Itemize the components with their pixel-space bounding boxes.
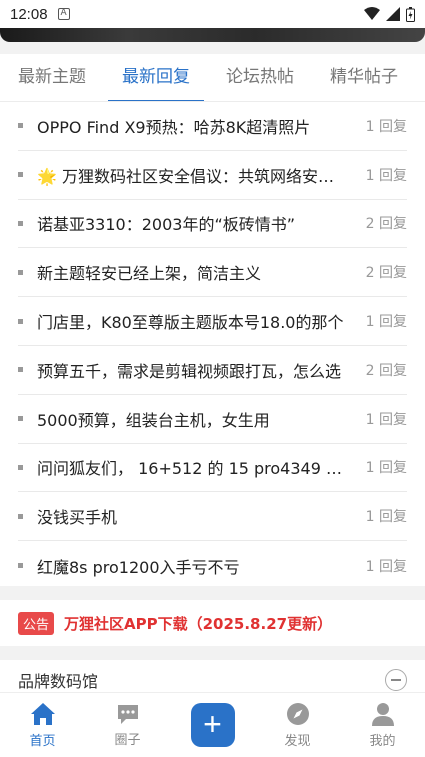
reply-count: 1 回复: [365, 411, 407, 428]
user-icon: [371, 702, 394, 726]
bullet-icon: [18, 318, 23, 324]
reply-count: 1 回复: [365, 118, 407, 135]
status-time: 12:08: [10, 5, 48, 23]
compass-icon: [286, 702, 309, 725]
nav-label: 圈子: [114, 732, 141, 748]
thread-row[interactable]: 门店里，K80至尊版主题版本号18.0的那个 1 回复: [18, 297, 407, 346]
thread-row[interactable]: 诺基亚3310：2003年的“板砖情书” 2 回复: [18, 200, 407, 249]
nav-label: 我的: [369, 733, 396, 749]
bullet-icon: [18, 367, 23, 373]
announcement-bar[interactable]: 公告 万狸社区APP下载（2025.8.27更新）: [0, 600, 425, 646]
tab-latest-topics[interactable]: 最新主题: [0, 54, 104, 101]
notification-icon: A: [57, 8, 70, 20]
nav-circle[interactable]: 圈子: [85, 693, 170, 757]
reply-count: 2 回复: [365, 362, 407, 379]
thread-row[interactable]: 没钱买手机 1 回复: [18, 492, 407, 542]
thread-row[interactable]: 新主题轻安已经上架，简洁主义 2 回复: [18, 248, 407, 298]
reply-count: 2 回复: [365, 265, 407, 282]
bullet-icon: [18, 416, 23, 422]
nav-post[interactable]: +: [170, 693, 255, 757]
thread-row[interactable]: 5000预算，组装台主机，女生用 1 回复: [18, 395, 407, 444]
thread-title: 没钱买手机: [37, 508, 118, 528]
thread-title: 预算五千，需求是剪辑视频跟打瓦，怎么选: [37, 361, 342, 381]
bullet-icon: [18, 269, 23, 275]
reply-count: 1 回复: [365, 460, 407, 477]
reply-count: 2 回复: [365, 216, 407, 233]
bullet-icon: [18, 513, 23, 519]
thread-title: 红魔8s pro1200入手亏不亏: [37, 557, 240, 577]
status-bar: 12:08 A: [0, 0, 425, 28]
reply-count: 1 回复: [365, 314, 407, 331]
thread-title: 门店里，K80至尊版主题版本号18.0的那个: [37, 313, 344, 333]
announcement-text: 万狸社区APP下载（2025.8.27更新）: [64, 614, 333, 633]
wifi-icon: [364, 7, 380, 20]
nav-home[interactable]: 首页: [0, 693, 85, 757]
bottom-nav: 首页 圈子 + 发现 我的: [0, 692, 425, 757]
home-icon: [30, 702, 55, 725]
thread-row[interactable]: 预算五千，需求是剪辑视频跟打瓦，怎么选 2 回复: [18, 346, 407, 395]
thread-title: 诺基亚3310：2003年的“板砖情书”: [37, 215, 296, 235]
battery-icon: [406, 6, 415, 22]
tab-featured-posts[interactable]: 精华帖子: [312, 54, 416, 101]
thread-row[interactable]: 问问狐友们， 16+512 的 15 pro4349 值吗 1 回复: [18, 444, 407, 493]
nav-label: 首页: [29, 733, 56, 749]
thread-title: 🌟 万狸数码社区安全倡议：共筑网络安全防线: [37, 166, 347, 186]
tab-latest-replies[interactable]: 最新回复: [104, 54, 208, 101]
nav-discover[interactable]: 发现: [255, 693, 340, 757]
bullet-icon: [18, 172, 23, 178]
bullet-icon: [18, 220, 23, 226]
nav-profile[interactable]: 我的: [340, 693, 425, 757]
collapse-icon[interactable]: [385, 669, 407, 691]
thread-title: 问问狐友们， 16+512 的 15 pro4349 值吗: [37, 459, 347, 479]
plus-icon[interactable]: +: [190, 703, 235, 747]
thread-title: 新主题轻安已经上架，简洁主义: [37, 264, 262, 284]
thread-list: OPPO Find X9预热：哈苏8K超清照片 1 回复 🌟 万狸数码社区安全倡议…: [0, 102, 425, 586]
bullet-icon: [18, 123, 23, 129]
thread-title: 5000预算，组装台主机，女生用: [37, 410, 270, 430]
signal-icon: [386, 7, 400, 21]
bullet-icon: [18, 563, 23, 569]
reply-count: 1 回复: [365, 509, 407, 526]
nav-label: 发现: [284, 733, 311, 749]
bullet-icon: [18, 464, 23, 470]
chat-icon: [117, 704, 138, 724]
status-icons: [364, 6, 415, 22]
banner-image[interactable]: [0, 28, 425, 42]
thread-row[interactable]: OPPO Find X9预热：哈苏8K超清照片 1 回复: [18, 102, 407, 151]
thread-row[interactable]: 红魔8s pro1200入手亏不亏 1 回复: [18, 541, 407, 590]
announcement-badge: 公告: [18, 611, 55, 635]
thread-title: OPPO Find X9预热：哈苏8K超清照片: [37, 117, 311, 137]
reply-count: 1 回复: [365, 167, 407, 184]
reply-count: 1 回复: [365, 558, 407, 575]
thread-row[interactable]: 🌟 万狸数码社区安全倡议：共筑网络安全防线 1 回复: [18, 151, 407, 200]
forum-tabs: 最新主题 最新回复 论坛热帖 精华帖子: [0, 54, 425, 102]
section-title: 品牌数码馆: [18, 672, 99, 691]
tab-hot-posts[interactable]: 论坛热帖: [208, 54, 312, 101]
